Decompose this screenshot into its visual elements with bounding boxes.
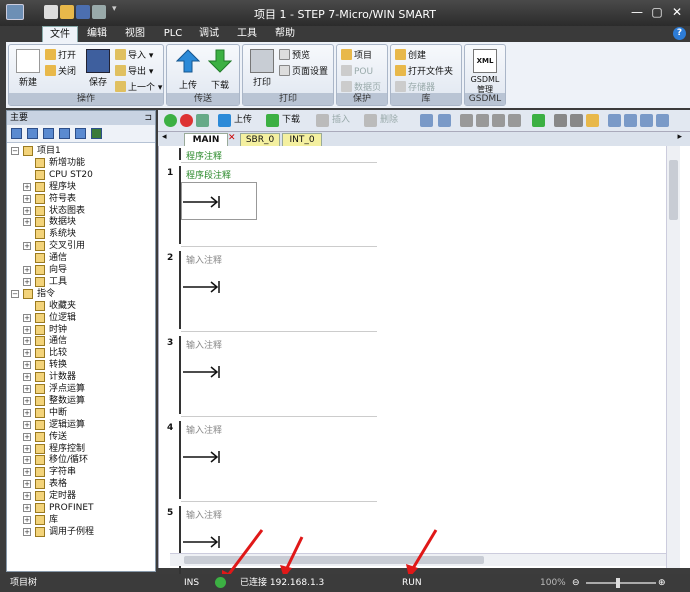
status-run-mode: RUN — [402, 578, 422, 588]
arrow-2 — [284, 536, 304, 571]
status-connection: 已连接 192.168.1.3 — [240, 578, 325, 588]
status-project-tree[interactable]: 项目树 — [10, 577, 37, 589]
zoom-slider[interactable] — [586, 582, 656, 584]
zoom-slider-thumb[interactable] — [616, 578, 620, 588]
annotation-arrows — [222, 529, 438, 584]
arrow-3 — [410, 529, 438, 571]
arrow-1 — [224, 529, 264, 579]
status-bar: 项目树 INS 已连接 192.168.1.3 RUN 100% ⊖ ⊕ — [0, 574, 690, 592]
status-insert-mode: INS — [184, 578, 200, 588]
zoom-out-icon[interactable]: ⊖ — [572, 577, 580, 589]
zoom-level: 100% — [540, 578, 566, 588]
connection-status-icon — [215, 577, 226, 588]
zoom-in-icon[interactable]: ⊕ — [658, 577, 666, 589]
